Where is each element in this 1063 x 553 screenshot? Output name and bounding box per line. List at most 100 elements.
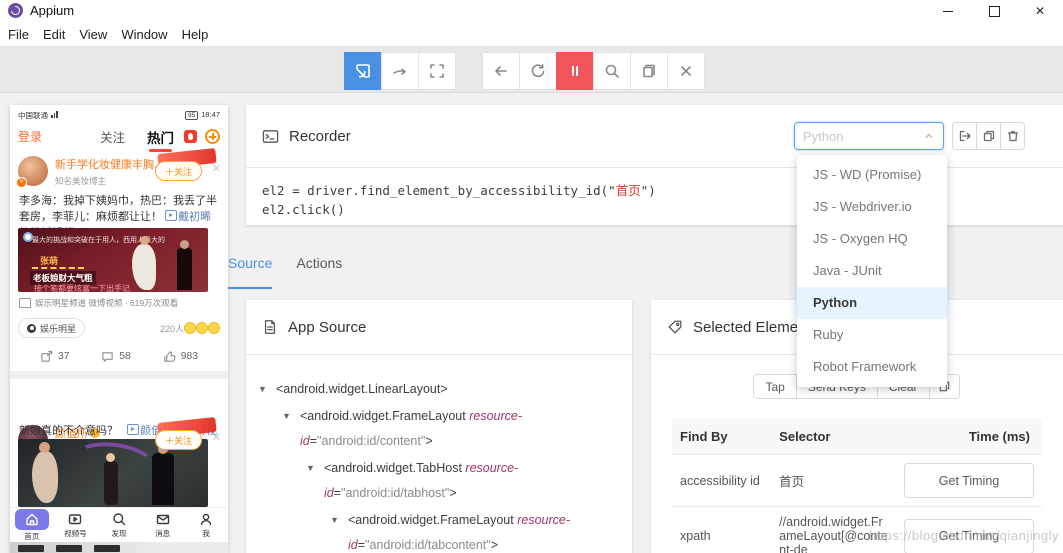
video-overlay-caption2: 接个笔都要炫富一下出手记 [34, 284, 130, 292]
follow-button[interactable]: ＋关注 [154, 161, 202, 181]
repost-icon [41, 350, 53, 362]
minimize-button[interactable] [925, 0, 971, 22]
time-cell: Get Timing [896, 506, 1042, 553]
tree-node[interactable]: ▼ <android.widget.FrameLayout resource-id… [246, 404, 618, 454]
dismiss-post-icon[interactable]: ✕ [212, 162, 221, 175]
follow-button[interactable]: ＋关注 [154, 430, 202, 450]
viewer-count: 220人 [159, 323, 184, 334]
recorder-actions [952, 122, 1025, 150]
nav-item-messages[interactable]: 消息 [141, 508, 185, 542]
select-elements-button[interactable] [344, 52, 382, 90]
nav-label: 我 [202, 529, 210, 538]
caret-down-icon[interactable]: ▼ [330, 508, 348, 553]
refresh-button[interactable] [519, 52, 557, 90]
login-tab[interactable]: 登录 [18, 128, 42, 145]
host-figure [104, 453, 118, 505]
menu-window[interactable]: Window [121, 27, 178, 42]
device-screenshot[interactable]: 中国联通 9518:47 登录 关注 热门 V 新手学化妆健康丰胸...♛ 知名… [10, 105, 228, 553]
emoji-face-icon [184, 322, 196, 334]
groom-figure [177, 240, 192, 290]
repost-stat[interactable]: 37 [40, 350, 70, 363]
emoji-face-icon [196, 322, 208, 334]
refresh-icon [531, 64, 545, 78]
post1-video-thumbnail[interactable]: 最大的挑战和突破在于用人，西用人最大的 张萌 老板娘财大气粗 接个笔都要炫富一下… [18, 228, 208, 292]
language-option[interactable]: Java - JUnit [797, 255, 947, 287]
selected-element-title: Selected Element [693, 318, 811, 336]
channel-pill[interactable]: 娱乐明星 [18, 318, 86, 338]
nav-bar-segment [18, 545, 44, 552]
quit-session-button[interactable] [667, 52, 705, 90]
language-dropdown: JS - WD (Promise) JS - Webdriver.io JS - O… [797, 155, 947, 387]
avatar[interactable]: V [16, 156, 48, 188]
get-timing-button[interactable]: Get Timing [904, 463, 1034, 498]
post1-badges: 娱乐明星 220人 [10, 317, 228, 339]
hot-tab[interactable]: 热门 [147, 127, 174, 152]
feed-divider [10, 371, 228, 379]
language-option[interactable]: Python [797, 287, 947, 319]
nav-item-discover[interactable]: 发现 [97, 508, 141, 542]
close-session-icon [681, 66, 691, 76]
tab-source[interactable]: Source [228, 255, 273, 289]
menu-view[interactable]: View [79, 27, 118, 42]
tree-node-label: <android.widget.FrameLayout resource-id=… [348, 513, 570, 552]
tree-node[interactable]: ▼ <android.widget.TabHost resource-id="an… [246, 456, 618, 506]
menubar: File Edit View Window Help [0, 22, 1063, 46]
menu-edit[interactable]: Edit [43, 27, 76, 42]
col-find-by: Find By [672, 419, 772, 455]
maximize-icon [988, 5, 1000, 17]
post1-header: V 新手学化妆健康丰胸...♛ 知名美妆博主 ＋关注 ✕ [10, 148, 228, 190]
nav-item-home[interactable]: 首页 [10, 508, 54, 542]
copy-code-button[interactable] [976, 122, 1001, 150]
tree-node[interactable]: ▼ <android.widget.FrameLayout resource-id… [246, 508, 618, 553]
language-select[interactable]: Python [794, 122, 944, 150]
find-by-cell: accessibility id [672, 454, 772, 507]
hot-search-icon[interactable] [184, 130, 197, 143]
language-option[interactable]: JS - Oxygen HQ [797, 223, 947, 255]
follow-tab[interactable]: 关注 [100, 127, 125, 146]
show-boilerplate-button[interactable] [952, 122, 977, 150]
nav-item-me[interactable]: 我 [184, 508, 228, 542]
nav-bar-segment [56, 545, 82, 552]
search-elements-button[interactable] [593, 52, 631, 90]
pause-recording-button[interactable] [556, 52, 594, 90]
language-option[interactable]: JS - WD (Promise) [797, 159, 947, 191]
video-caption: 娱乐明星频道 微博视频 · 619万次观看 [10, 297, 228, 309]
tree-node[interactable]: ▼ <android.widget.LinearLayout> [246, 377, 618, 402]
language-option[interactable]: Ruby [797, 319, 947, 351]
tap-by-coordinates-button[interactable] [418, 52, 456, 90]
menu-file[interactable]: File [8, 27, 40, 42]
carrier-label: 中国联通 [18, 110, 48, 120]
groom-figure [152, 444, 174, 505]
nav-item-channels[interactable]: 视频号 [54, 508, 98, 542]
comment-icon [102, 351, 113, 362]
active-nav-pill [14, 508, 49, 530]
recorder-title: Recorder [289, 127, 351, 145]
tree-node-label: <android.widget.LinearLayout> [276, 382, 448, 396]
video-overlay-name: 张萌 [40, 256, 59, 266]
back-button[interactable] [482, 52, 520, 90]
get-timing-button[interactable]: Get Timing [904, 518, 1034, 553]
caret-down-icon[interactable]: ▼ [306, 456, 324, 506]
emoji-face-icon [208, 322, 220, 334]
add-icon[interactable] [205, 129, 220, 144]
like-stat[interactable]: 983 [163, 350, 198, 363]
language-option[interactable]: JS - Webdriver.io [797, 191, 947, 223]
tap-element-button[interactable]: Tap [753, 374, 797, 399]
col-selector: Selector [771, 419, 896, 455]
tag-icon [668, 320, 682, 334]
caret-down-icon[interactable]: ▼ [282, 404, 300, 454]
copy-source-button[interactable] [630, 52, 668, 90]
caret-down-icon[interactable]: ▼ [258, 377, 276, 402]
titlebar: Appium ✕ [0, 0, 1063, 22]
language-option[interactable]: Robot Framework [797, 351, 947, 383]
comment-stat[interactable]: 58 [101, 350, 131, 363]
clear-recording-button[interactable] [1000, 122, 1025, 150]
selector-cell: 首页 [771, 454, 896, 507]
copy-icon [983, 130, 994, 142]
tab-actions[interactable]: Actions [296, 255, 342, 289]
post-author: 新手学化妆健康丰胸... [55, 159, 164, 171]
close-window-button[interactable]: ✕ [1017, 0, 1063, 22]
menu-help[interactable]: Help [182, 27, 220, 42]
swipe-by-coordinates-button[interactable] [381, 52, 419, 90]
maximize-button[interactable] [971, 0, 1017, 22]
